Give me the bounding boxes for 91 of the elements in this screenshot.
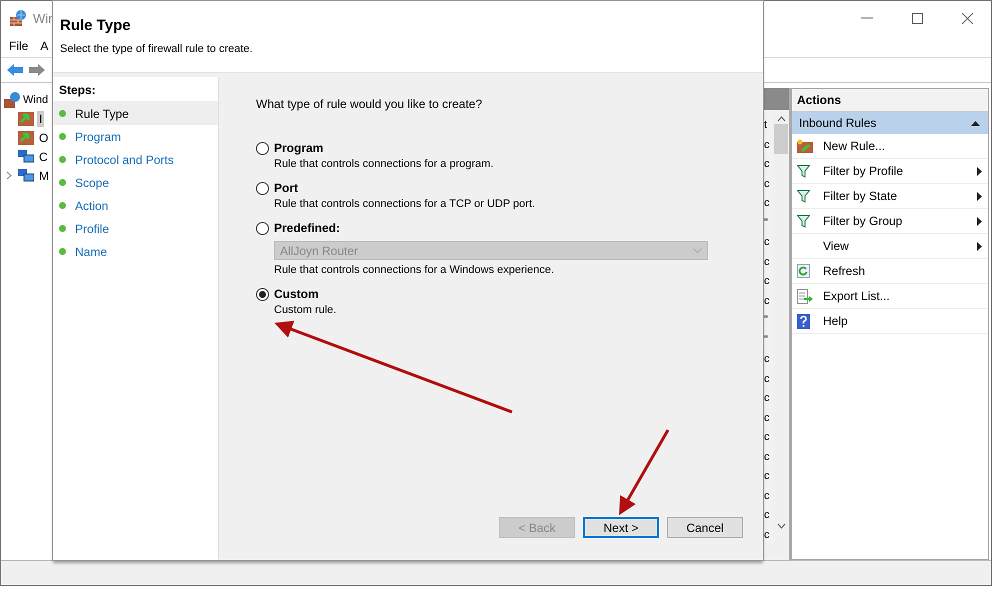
option-description: Custom rule. [273, 304, 338, 316]
back-arrow-icon[interactable] [7, 63, 23, 77]
export-icon [797, 288, 813, 304]
menu-item[interactable]: A [40, 39, 48, 53]
tree-item[interactable]: M [37, 168, 51, 184]
chevron-down-icon [693, 248, 702, 253]
list-cell-text: " [764, 313, 768, 328]
list-cell-text: c [764, 274, 770, 289]
maximize-icon[interactable] [912, 12, 923, 24]
filter-icon [797, 164, 810, 178]
dialog-button[interactable]: Cancel [667, 517, 743, 538]
chevron-right-icon[interactable] [6, 171, 12, 180]
radio-button[interactable] [256, 222, 269, 234]
wizard-step[interactable]: Profile [53, 217, 218, 240]
radio-button[interactable] [256, 142, 269, 154]
action-item[interactable]: View [823, 239, 977, 253]
wizard-step[interactable]: Action [53, 194, 218, 217]
submenu-arrow-icon [977, 216, 982, 226]
scroll-up-icon[interactable] [776, 116, 786, 122]
list-cell-text: c [764, 488, 770, 504]
firewall-icon [797, 139, 813, 153]
list-cell-text: c [764, 450, 770, 464]
filter-icon [797, 190, 810, 202]
minimize-icon[interactable] [861, 17, 873, 19]
option-description: Rule that controls connections for a Windows experience. [273, 264, 556, 276]
action-item[interactable]: Filter by Group [823, 214, 977, 228]
list-cell-text: c [764, 508, 770, 523]
list-cell-text: c [764, 352, 770, 367]
list-cell-text: c [764, 235, 770, 250]
firewall-icon [18, 130, 34, 144]
tree-item[interactable]: C [37, 148, 50, 164]
wizard-step[interactable]: Scope [53, 171, 218, 194]
submenu-arrow-icon [977, 242, 982, 250]
dialog-subtitle: Select the type of firewall rule to create. [60, 43, 254, 55]
firewall-icon [4, 92, 20, 108]
list-cell-text: c [764, 157, 770, 172]
list-cell-text: " [764, 216, 768, 230]
list-cell-text: c [764, 138, 770, 152]
wizard-step[interactable]: Protocol and Ports [53, 148, 218, 171]
option-description: Rule that controls connections for a TCP or UDP port. [273, 198, 536, 210]
pane-title: Actions [792, 89, 988, 112]
scroll-down-icon[interactable] [776, 523, 786, 529]
wizard-step[interactable]: Program [53, 125, 218, 148]
wizard-step[interactable]: Name [53, 240, 218, 263]
action-item[interactable]: Refresh [823, 264, 982, 278]
close-icon[interactable] [962, 12, 973, 24]
question-text: What type of rule would you like to create? [256, 97, 484, 111]
action-item[interactable]: Export List... [823, 289, 982, 303]
dialog-title: Rule Type [60, 17, 132, 34]
list-cell-text: c [764, 391, 770, 406]
option-label[interactable]: Port [274, 181, 298, 195]
list-cell-text: c [764, 294, 770, 308]
filter-icon [797, 214, 810, 228]
firewall-icon [18, 112, 34, 126]
section-header[interactable]: Inbound Rules [792, 112, 988, 134]
tree-item[interactable]: O [37, 130, 50, 146]
wizard-step[interactable]: Rule Type [53, 102, 218, 125]
list-cell-text: c [764, 372, 770, 386]
option-label[interactable]: Custom [274, 287, 319, 301]
list-cell-text: c [764, 469, 770, 484]
dialog-button[interactable]: Next > [583, 517, 659, 538]
submenu-arrow-icon [977, 166, 982, 176]
list-cell-text: c [764, 528, 770, 542]
menu-item[interactable]: File [9, 39, 28, 53]
collapse-icon [971, 120, 980, 126]
tree-item[interactable]: I [37, 110, 44, 126]
forward-arrow-icon[interactable] [29, 63, 45, 77]
submenu-arrow-icon [977, 192, 982, 200]
action-item[interactable]: Filter by State [823, 189, 977, 203]
list-cell-text: c [764, 254, 770, 270]
list-cell-text: c [764, 196, 770, 211]
option-label[interactable]: Predefined: [274, 221, 340, 235]
tree-item[interactable]: Wind [23, 94, 48, 106]
list-cell-text: c [764, 430, 770, 445]
list-cell-text: c [764, 410, 770, 426]
computer-icon [18, 150, 34, 164]
action-item[interactable]: Help [823, 314, 982, 328]
action-item[interactable]: New Rule... [823, 139, 982, 153]
list-cell-text: " [764, 332, 768, 348]
radio-button[interactable] [256, 182, 269, 194]
action-item[interactable]: Filter by Profile [823, 164, 977, 178]
refresh-icon [797, 264, 810, 278]
firewall-icon [9, 9, 27, 27]
option-description: Rule that controls connections for a program. [273, 158, 495, 170]
help-icon [797, 314, 810, 328]
list-cell-text: t [764, 118, 768, 133]
list-cell-text: c [764, 176, 770, 192]
option-label[interactable]: Program [274, 141, 324, 155]
computer-icon [18, 168, 34, 182]
scroll-thumb[interactable] [774, 124, 788, 154]
radio-button[interactable] [256, 288, 269, 300]
